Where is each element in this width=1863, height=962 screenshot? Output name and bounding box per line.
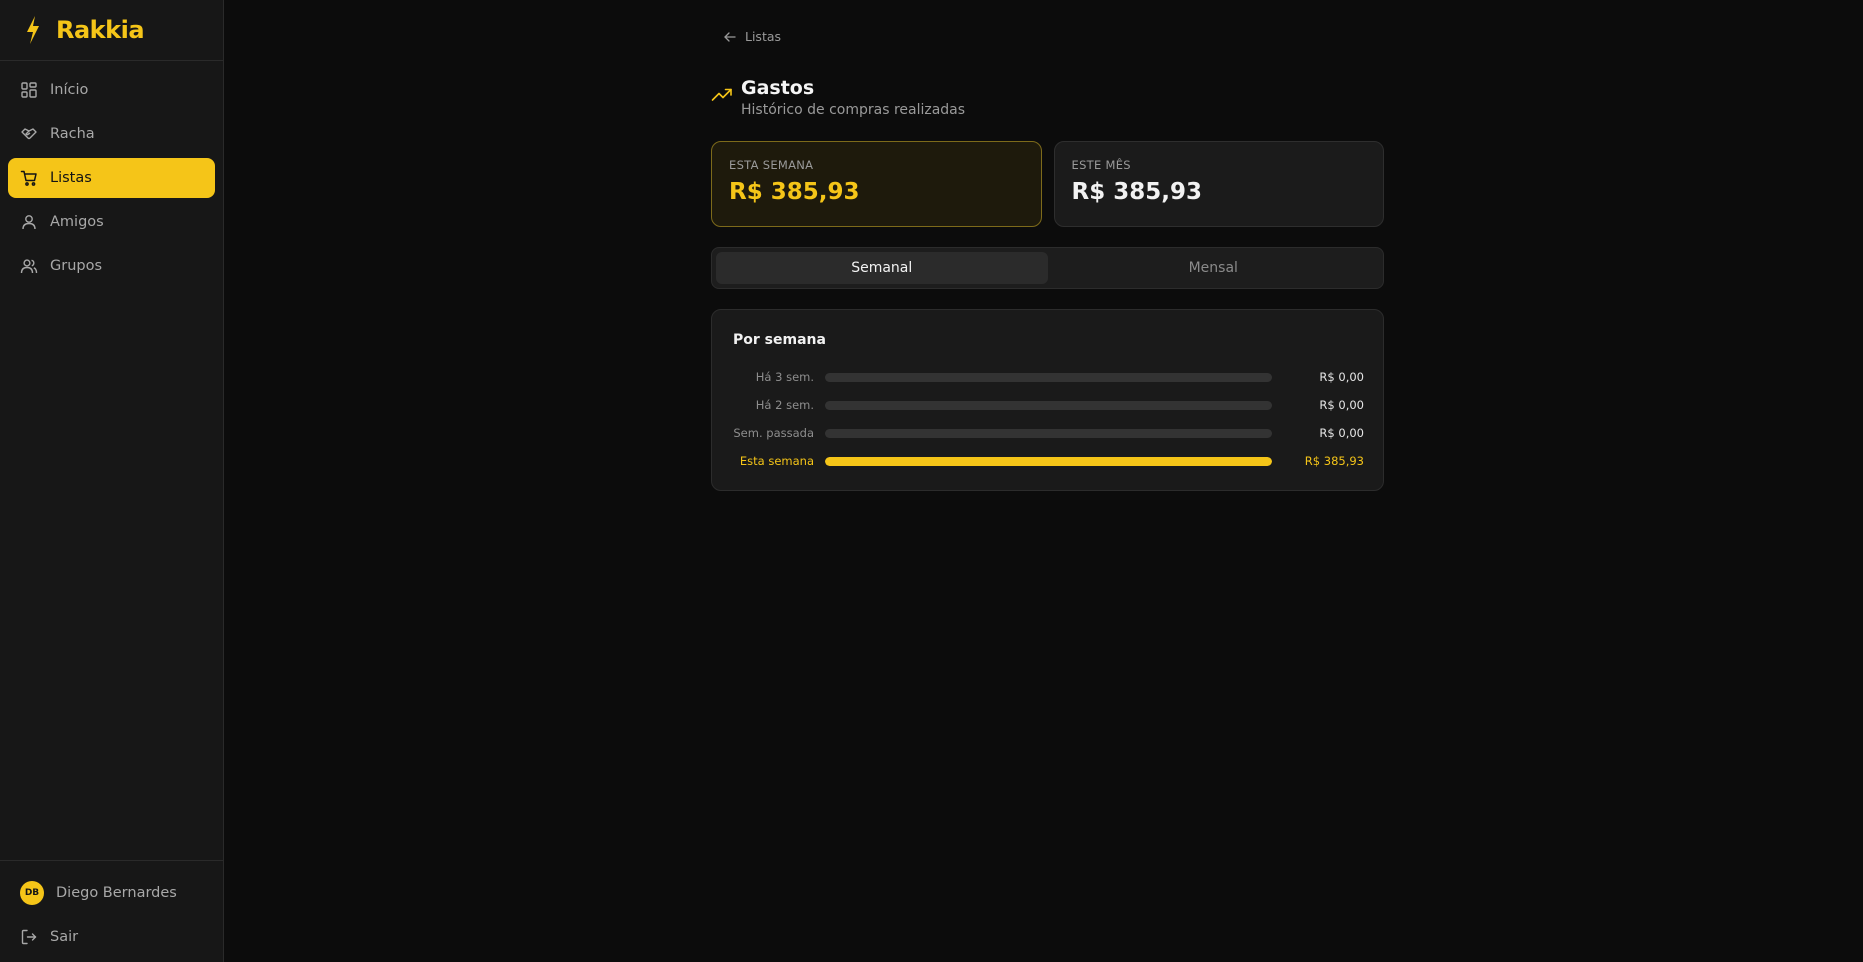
logout-icon (21, 929, 37, 945)
chart-title: Por semana (733, 332, 826, 348)
summary-cards: ESTA SEMANA R$ 385,93 ESTE MÊS R$ 385,93 (711, 141, 1384, 227)
page-title: Gastos (741, 77, 815, 99)
bar-row: Esta semana R$ 385,93 (712, 452, 1385, 470)
sidebar-item-listas[interactable]: Listas (8, 158, 215, 198)
page-header: Gastos Histórico de compras realizadas (711, 76, 965, 118)
logo[interactable]: Rakkia (0, 0, 223, 61)
month-total-value: R$ 385,93 (1071, 179, 1202, 205)
arrow-left-icon (724, 31, 736, 42)
bar-row: Há 2 sem. R$ 0,00 (712, 396, 1385, 414)
bar-value: R$ 0,00 (1319, 398, 1364, 412)
sidebar-item-amigos[interactable]: Amigos (8, 202, 215, 242)
month-total-label: ESTE MÊS (1071, 158, 1131, 172)
sidebar-item-label: Racha (50, 126, 95, 142)
logout-label: Sair (50, 929, 79, 945)
sidebar-item-label: Listas (50, 170, 92, 186)
bar-track (825, 456, 1272, 466)
sidebar-item-label: Amigos (50, 214, 104, 230)
bar-label: Sem. passada (733, 426, 814, 440)
sidebar-item-racha[interactable]: Racha (8, 114, 215, 154)
sidebar-item-label: Início (50, 82, 89, 98)
user-name: Diego Bernardes (56, 885, 177, 901)
main-content: Listas Gastos Histórico de compras reali… (224, 0, 1863, 962)
week-total-value: R$ 385,93 (729, 179, 860, 205)
cart-icon (20, 170, 37, 186)
back-link-label: Listas (745, 29, 782, 44)
sidebar-item-label: Grupos (50, 258, 103, 274)
users-icon (20, 259, 38, 274)
grid-icon (21, 82, 37, 98)
sidebar-nav: Início Racha Listas Amigos Grupos (0, 61, 223, 286)
period-tabs: Semanal Mensal (711, 247, 1384, 289)
bar-track (825, 428, 1272, 438)
user-profile[interactable]: DB Diego Bernardes (8, 873, 215, 913)
app-root: Rakkia Início Racha Listas Amigos Grupos… (0, 0, 1863, 962)
sidebar-footer: DB Diego Bernardes Sair (0, 860, 223, 962)
bar-label: Há 2 sem. (755, 398, 814, 412)
week-total-card: ESTA SEMANA R$ 385,93 (711, 141, 1042, 227)
back-link[interactable]: Listas (723, 29, 781, 44)
tab-mensal[interactable]: Mensal (1048, 252, 1380, 284)
week-total-label: ESTA SEMANA (729, 158, 814, 172)
bar-label: Há 3 sem. (755, 370, 814, 384)
bar-row: Há 3 sem. R$ 0,00 (712, 368, 1385, 386)
bar-row: Sem. passada R$ 0,00 (712, 424, 1385, 442)
bar-value: R$ 0,00 (1319, 426, 1364, 440)
brand-name: Rakkia (56, 16, 145, 44)
sidebar: Rakkia Início Racha Listas Amigos Grupos… (0, 0, 224, 962)
bar-label: Esta semana (739, 454, 814, 468)
handshake-icon (21, 128, 37, 140)
tab-semanal[interactable]: Semanal (716, 252, 1048, 284)
bar-track (825, 372, 1272, 382)
logout-button[interactable]: Sair (8, 917, 215, 957)
bar-fill (825, 456, 1272, 466)
lightning-bolt-icon (27, 16, 39, 44)
bar-value: R$ 385,93 (1304, 454, 1364, 468)
bar-track (825, 400, 1272, 410)
trending-up-icon (711, 88, 732, 101)
bar-value: R$ 0,00 (1319, 370, 1364, 384)
sidebar-item-grupos[interactable]: Grupos (8, 246, 215, 286)
sidebar-item-inicio[interactable]: Início (8, 70, 215, 110)
month-total-card: ESTE MÊS R$ 385,93 (1053, 141, 1384, 227)
page-subtitle: Histórico de compras realizadas (741, 102, 966, 118)
weekly-chart: Por semana Há 3 sem. R$ 0,00 Há 2 sem. R… (711, 309, 1384, 491)
user-icon (22, 215, 36, 230)
avatar: DB (20, 881, 44, 905)
